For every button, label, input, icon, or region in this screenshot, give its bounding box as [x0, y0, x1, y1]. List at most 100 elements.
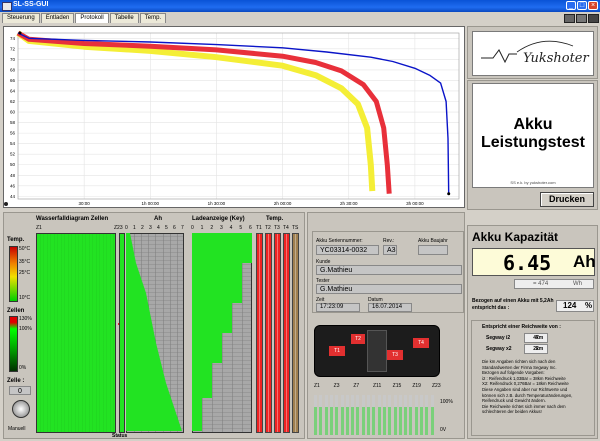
cell-tick-labels: Z1 Z3 Z7 Z11 Z15 Z19 Z23	[314, 383, 441, 391]
temp-column-t3	[274, 233, 281, 433]
capacity-display: 6.45 Ah	[472, 248, 596, 276]
report-title-line2: Leistungstest	[480, 134, 585, 151]
range-notes: Die km Angaben richten sich nach den Stan…	[482, 359, 572, 415]
tick-label: 5	[239, 225, 243, 231]
zeit-field[interactable]: 17:23:09	[316, 303, 360, 312]
cell-waterfall-grid	[36, 233, 116, 433]
temp-col-label-t4: T4	[283, 225, 289, 231]
y-tick-label: 52	[10, 152, 16, 157]
printer-setup-icon[interactable]	[576, 14, 587, 23]
temp-col-label-t1: T1	[256, 225, 262, 231]
waterfall-title: Wasserfalldiagram Zellen	[36, 216, 109, 222]
y-tick-label: 68	[10, 67, 16, 72]
datum-field[interactable]: 16.07.2014	[368, 303, 412, 312]
range-title: Entspricht einer Reichweite von :	[482, 324, 561, 330]
kunde-field[interactable]: G.Mathieu	[316, 265, 462, 275]
cell-bar	[430, 395, 434, 435]
yukshoter-logo: Yukshoter	[481, 40, 589, 66]
logo-box: Yukshoter	[472, 31, 594, 76]
range-box: Entspricht einer Reichweite von : Segway…	[471, 320, 595, 436]
tab-temp[interactable]: Temp.	[139, 13, 167, 23]
y-tick-label: 48	[10, 173, 16, 178]
temp-col-label-t3: T3	[274, 225, 280, 231]
minimize-button[interactable]: _	[566, 1, 576, 10]
range-row-unit: km	[536, 346, 544, 352]
end-marker	[447, 192, 451, 196]
ladeanzeige-title: Ladeanzeige (Key)	[192, 216, 245, 222]
cell-bar	[335, 395, 339, 435]
rev-field[interactable]: A3	[383, 245, 397, 255]
legend-zellen-tick-130: 130%	[19, 316, 32, 322]
info-panel: Akku Seriennummer: Rev.: Akku Baujahr YC…	[307, 212, 465, 439]
export-icon[interactable]	[588, 14, 599, 23]
close-button[interactable]: ×	[588, 1, 598, 10]
waterfall-panel: Temp. 50°C 35°C 25°C 10°C Zellen 130% 10…	[3, 212, 305, 439]
tab-steuerung[interactable]: Steuerung	[2, 13, 40, 23]
cell-bar	[398, 395, 402, 435]
report-title-line1: Akku	[513, 116, 553, 133]
temp-column-t4	[283, 233, 290, 433]
tick-label: 7	[181, 225, 184, 231]
range-note-line: schlechteren der beiden Akkus!	[482, 409, 542, 415]
capacity-unit: Ah	[573, 252, 596, 271]
tab-protokoll[interactable]: Protokoll	[75, 13, 109, 23]
tick-label: 0	[191, 225, 194, 231]
range-row: Segway x2 22 km	[486, 344, 566, 355]
maximize-button[interactable]: □	[577, 1, 587, 10]
x-tick-label: 2h 00:00	[274, 201, 292, 206]
manual-label: Manuell	[8, 426, 26, 432]
bezogen-label: Bezogen auf einen Akku mit 5,2Ah entspri…	[472, 298, 554, 311]
zelle-label: Zelle :	[7, 378, 25, 384]
year-label: Akku Baujahr	[418, 238, 448, 244]
legend-zellen-title: Zellen	[7, 308, 25, 314]
legend-temp-bar	[9, 246, 18, 302]
cell-bar	[404, 395, 408, 435]
tick-label: 2	[210, 225, 214, 231]
legend-zellen-tick-0: 0%	[19, 365, 27, 371]
capacity-title: Akku Kapazität	[472, 230, 559, 244]
cell-bar	[393, 395, 397, 435]
cell-bar	[372, 395, 376, 435]
range-note-line: Diese Angaben sind aber nur Richtwerte u…	[482, 386, 568, 392]
tester-field[interactable]: G.Mathieu	[316, 284, 462, 294]
start-marker	[18, 31, 22, 35]
tick-label: 1	[200, 225, 204, 231]
cell-bar	[356, 395, 360, 435]
range-row-unit: km	[536, 335, 544, 341]
zelle-value[interactable]: 0	[9, 386, 31, 395]
cell-bar	[420, 395, 423, 435]
cell-bar	[324, 395, 328, 435]
y-tick-label: 70	[10, 57, 16, 62]
manual-knob-icon[interactable]	[12, 400, 30, 418]
tick-label: 5	[165, 225, 168, 231]
serial-label: Akku Seriennummer:	[316, 238, 363, 244]
logo-url: SS e.k. by yukshoter.com	[510, 180, 556, 185]
tick-label: 6	[173, 225, 176, 231]
voltage-chart: 74 72 70 68 66 64 62 60 58 56 54 52 50 48 46 44 30:00 1h …	[10, 30, 460, 206]
logo-panel: Yukshoter	[467, 26, 598, 79]
legend-zellen: Zellen 130% 100% 0%	[7, 308, 35, 378]
y-tick-label: 46	[10, 183, 16, 188]
chart-zoom-marker[interactable]	[4, 202, 8, 206]
voltage-chart-frame: 74 72 70 68 66 64 62 60 58 56 54 52 50 48 46 44 30:00 1h …	[3, 26, 465, 208]
legend-zellen-tick-100: 100%	[19, 326, 32, 332]
battery-image: T1 T2 T3 T4	[314, 325, 440, 377]
tab-entladen[interactable]: Entladen	[40, 13, 75, 23]
ah-label: Ah	[154, 216, 162, 222]
temp-column-t1	[256, 233, 263, 433]
y-tick-label: 74	[10, 36, 16, 41]
serial-field[interactable]: YC03314-0032	[316, 245, 379, 255]
print-button[interactable]: Drucken	[540, 192, 594, 207]
sensor-t3: T3	[387, 350, 403, 360]
range-rows: Segway i2 47 km Segway x2 22 km	[486, 333, 566, 355]
print-icon[interactable]	[564, 14, 575, 23]
percent-field: 124 %	[556, 300, 594, 312]
tick-label: 2	[141, 225, 144, 231]
cell-tick-label: Z7	[353, 383, 360, 389]
year-field[interactable]	[418, 245, 448, 255]
cell-bar	[409, 395, 413, 435]
tab-tabelle[interactable]: Tabelle	[109, 13, 139, 23]
y-tick-label: 62	[10, 99, 16, 104]
report-panel: Akku Leistungstest SS e.k. by yukshoter.…	[467, 80, 598, 210]
cell-tick-label: Z11	[373, 383, 382, 389]
